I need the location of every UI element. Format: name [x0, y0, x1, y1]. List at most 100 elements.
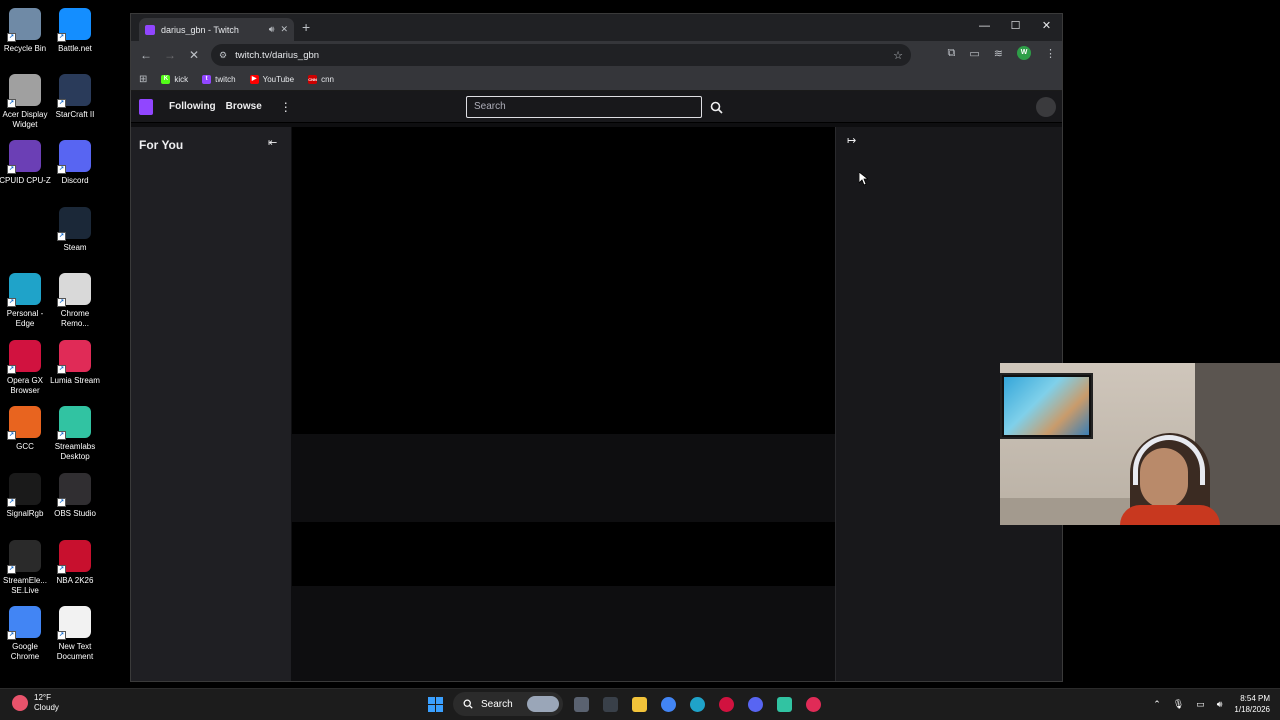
collapse-sidebar-icon[interactable]: ⇤ [268, 136, 277, 149]
webcam-shirt [1120, 505, 1220, 525]
weather-widget[interactable]: 12°F Cloudy [12, 693, 59, 713]
tab-title: darius_gbn - Twitch [161, 24, 239, 35]
desktop-icon[interactable]: ↗ StreamEle... SE.Live [0, 540, 50, 596]
site-info-icon[interactable]: ⚙ [219, 50, 227, 61]
nav-following[interactable]: Following [169, 101, 216, 112]
stop-loading-button[interactable]: ✕ [187, 48, 201, 62]
acer-display-widget-icon: ↗ [7, 74, 41, 108]
search-icon[interactable] [706, 97, 726, 117]
microphone-icon[interactable]: 🎙︎ [1173, 699, 1184, 710]
tab-darius-gbn[interactable]: darius_gbn - Twitch 🔊︎ ✕ [139, 18, 294, 41]
chrome-taskbar-icon[interactable] [657, 692, 679, 716]
video-player[interactable] [292, 127, 835, 434]
search-icon [463, 699, 473, 709]
opera-gx-taskbar-icon[interactable] [715, 692, 737, 716]
tab-close-icon[interactable]: ✕ [280, 24, 288, 35]
desktop-icon[interactable]: ↗ SignalRgb [0, 473, 50, 519]
desktop-icon-label: Opera GX Browser [6, 376, 43, 395]
tab-audio-icon[interactable]: 🔊︎ [269, 24, 275, 35]
desktop-icon[interactable]: ↗ Chrome Remo... [50, 273, 100, 329]
bookmark-kick[interactable]: Kkick [161, 75, 188, 84]
cast-icon[interactable]: ▭ [969, 47, 979, 60]
streamlabs-icon: ↗ [57, 406, 91, 440]
profile-avatar[interactable]: W [1017, 46, 1031, 60]
address-bar[interactable]: ⚙ twitch.tv/darius_gbn ☆ [211, 44, 911, 66]
bookmark-label: twitch [215, 75, 236, 84]
discord-taskbar-icon[interactable] [744, 692, 766, 716]
bookmark-twitch[interactable]: t twitch [202, 75, 236, 84]
maximize-button[interactable]: ☐ [1000, 14, 1031, 41]
twitch-logo-icon[interactable] [139, 98, 153, 115]
desktop-icon-label: Recycle Bin [3, 44, 47, 53]
forward-button[interactable]: → [163, 48, 177, 62]
desktop-icon[interactable]: ↗ GCC [0, 406, 50, 452]
desktop-icon[interactable]: ↗ StarCraft II [50, 74, 100, 120]
file-explorer-icon[interactable] [628, 692, 650, 716]
more-options-icon[interactable]: ⋮ [280, 100, 292, 114]
chrome-icon: ↗ [7, 606, 41, 640]
close-window-button[interactable]: ✕ [1031, 14, 1062, 41]
bookmark-cnn[interactable]: CNN cnn [308, 75, 334, 84]
network-icon[interactable]: ▭ [1196, 699, 1205, 710]
obs-icon: ↗ [57, 473, 91, 507]
url-text[interactable]: twitch.tv/darius_gbn [235, 50, 885, 61]
nba2k-icon: ↗ [57, 540, 91, 574]
bookmark-star-icon[interactable]: ☆ [893, 49, 903, 62]
browser-menu-icon[interactable]: ⋮ [1045, 47, 1056, 60]
lumia-taskbar-icon[interactable] [802, 692, 824, 716]
twitch-search-input[interactable]: Search [466, 96, 702, 118]
desktop-icon[interactable]: ↗ Acer Display Widget [0, 74, 50, 130]
shortcut-arrow-icon: ↗ [7, 99, 16, 108]
desktop-icon-label: Acer Display Widget [2, 110, 48, 129]
new-tab-button[interactable]: + [302, 19, 310, 35]
show-hidden-icons-icon[interactable]: ⌃ [1153, 699, 1161, 710]
apps-grid-icon[interactable]: ⊞ [139, 74, 147, 85]
desktop-icon[interactable]: ↗ OBS Studio [50, 473, 100, 519]
task-view-icon[interactable] [570, 692, 592, 716]
media-icon[interactable]: ≋ [994, 47, 1003, 60]
desktop-icon[interactable]: ↗ NBA 2K26 [50, 540, 100, 586]
desktop-icon[interactable]: ↗ Discord [50, 140, 100, 186]
shortcut-arrow-icon: ↗ [7, 165, 16, 174]
desktop-icon[interactable]: ↗ Streamlabs Desktop [50, 406, 100, 462]
edge-icon: ↗ [7, 273, 41, 307]
clock-date: 1/18/2026 [1234, 705, 1270, 714]
desktop-icon[interactable]: ↗ Battle.net [50, 8, 100, 54]
volume-icon[interactable]: 🔊︎ [1217, 699, 1223, 710]
edge-taskbar-icon[interactable] [686, 692, 708, 716]
webcam-overlay [1000, 363, 1280, 525]
desktop-icon[interactable]: ↗ Google Chrome [0, 606, 50, 662]
desktop-icon-label: Personal - Edge [6, 309, 44, 328]
desktop-icon[interactable]: ↗ Personal - Edge [0, 273, 50, 329]
start-button[interactable] [424, 692, 446, 716]
cnn-favicon-icon: CNN [308, 75, 318, 84]
system-tray: ⌃ 🎙︎ ▭ 🔊︎ 8:54 PM 1/18/2026 [1153, 693, 1270, 715]
toolbar-actions: ⧉ ▭ ≋ W ⋮ [948, 46, 1056, 60]
nav-browse[interactable]: Browse [226, 101, 262, 112]
clock[interactable]: 8:54 PM 1/18/2026 [1234, 693, 1270, 715]
desktop-icon-label: Google Chrome [10, 642, 40, 661]
desktop-icon[interactable]: ↗ Recycle Bin [0, 8, 50, 54]
expand-chat-icon[interactable]: ↦ [847, 134, 856, 147]
back-button[interactable]: ← [139, 48, 153, 62]
user-avatar[interactable] [1036, 97, 1056, 117]
desktop-icon[interactable]: ↗ CPUID CPU-Z [0, 140, 51, 186]
desktop-icon[interactable]: ↗ New Text Document [50, 606, 100, 662]
desktop-icon[interactable]: ↗ Opera GX Browser [0, 340, 50, 396]
widgets-icon[interactable] [599, 692, 621, 716]
taskbar-search[interactable]: Search [453, 692, 563, 716]
streamelements-icon: ↗ [7, 540, 41, 574]
shortcut-arrow-icon: ↗ [57, 631, 66, 640]
bookmark-youtube[interactable]: ▶ YouTube [249, 75, 294, 84]
shortcut-arrow-icon: ↗ [57, 498, 66, 507]
content-placeholder [292, 586, 835, 681]
minimize-button[interactable]: — [969, 14, 1000, 41]
extensions-icon[interactable]: ⧉ [948, 47, 956, 60]
browser-window: darius_gbn - Twitch 🔊︎ ✕ + — ☐ ✕ ← → ✕ ⚙… [130, 13, 1063, 682]
desktop-icon[interactable]: ↗ Steam [50, 207, 100, 253]
streamlabs-taskbar-icon[interactable] [773, 692, 795, 716]
desktop-icon[interactable]: ↗ Lumia Stream [50, 340, 100, 386]
desktop-icon-label: SignalRgb [6, 509, 44, 518]
taskbar: 12°F Cloudy Search ⌃ 🎙︎ ▭ 🔊︎ 8:54 PM 1/1… [0, 688, 1280, 720]
weather-icon [12, 695, 28, 711]
